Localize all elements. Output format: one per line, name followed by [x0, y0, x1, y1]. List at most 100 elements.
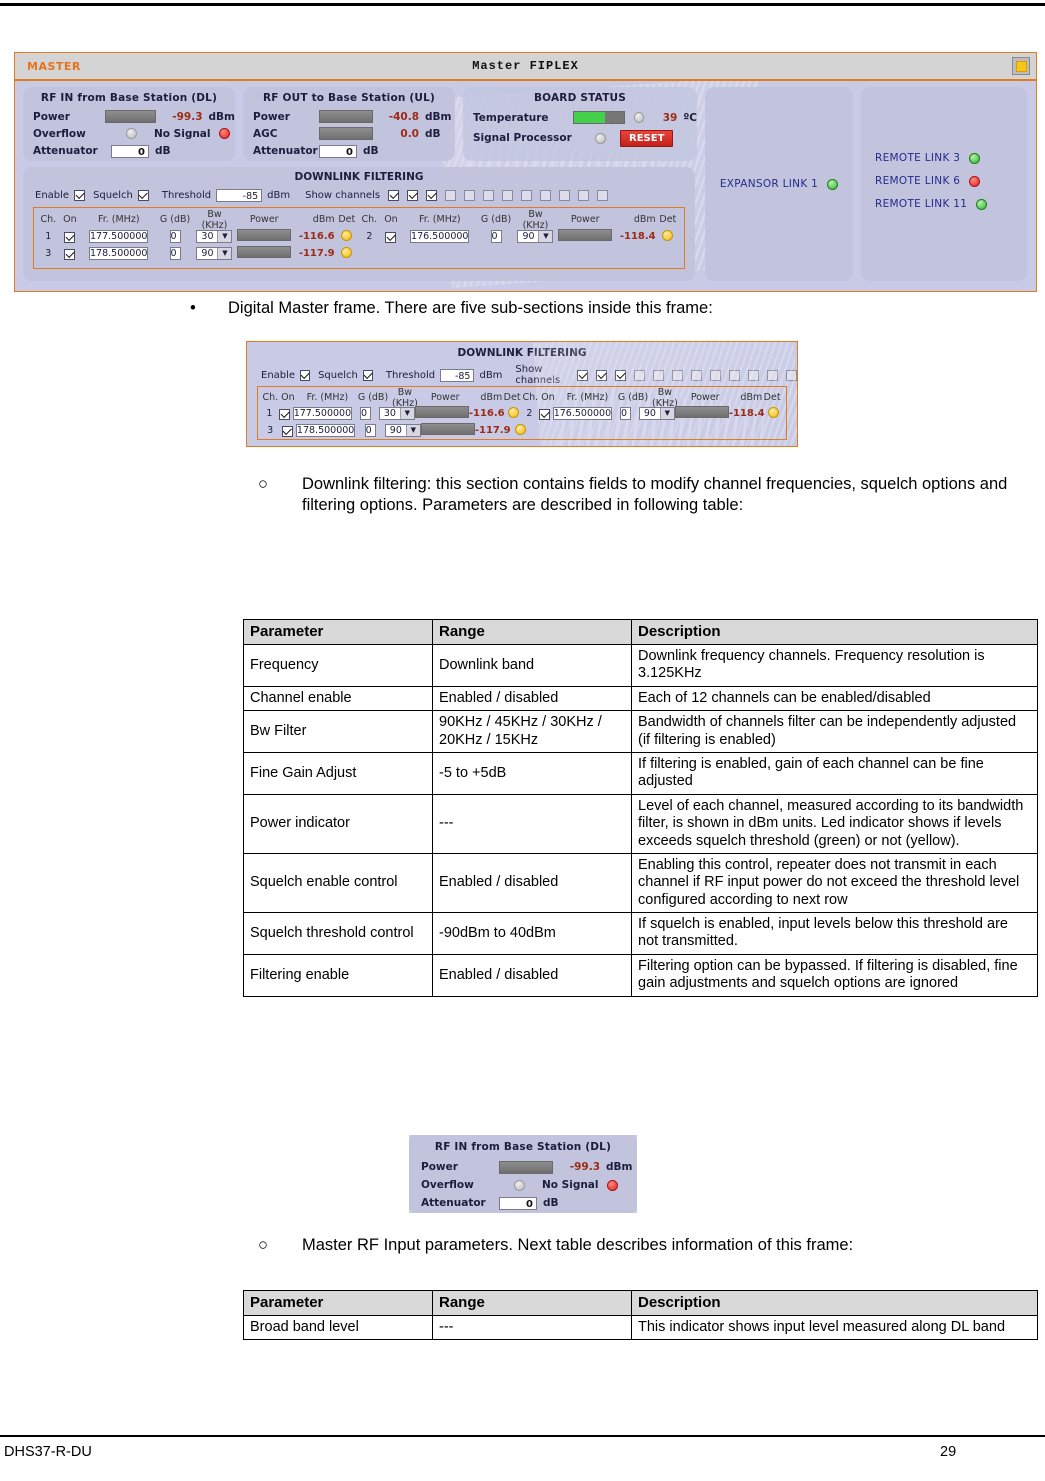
cell-parameter: Power indicator: [243, 793, 433, 854]
show-channel-4-checkbox[interactable]: [634, 369, 645, 381]
chevron-down-icon[interactable]: ▼: [217, 231, 232, 242]
dl2-squelch-checkbox[interactable]: [362, 369, 373, 381]
remote-link-2-row[interactable]: REMOTE LINK 6: [875, 175, 1027, 187]
show-channel-9-checkbox[interactable]: [540, 190, 552, 201]
rf-in-attenuator-input[interactable]: 0: [111, 144, 149, 158]
show-channel-1-checkbox[interactable]: [388, 190, 400, 201]
remote-link-3-row[interactable]: REMOTE LINK 11: [875, 198, 1027, 210]
table-header-description: Description: [631, 1290, 1038, 1316]
rf-out-agc-value: 0.0: [400, 127, 419, 140]
channel-3-on-checkbox[interactable]: [64, 248, 76, 260]
show-channel-8-checkbox[interactable]: [710, 369, 721, 381]
dl2-threshold-input[interactable]: -85: [440, 368, 475, 382]
channel-2-det-cell: [765, 406, 782, 421]
channel-2-bw-select[interactable]: 90 ▼: [517, 230, 554, 243]
channel-2-gain-input[interactable]: 0: [490, 230, 502, 243]
channel-3-bw-select[interactable]: 90 ▼: [384, 424, 421, 437]
show-channel-5-checkbox[interactable]: [653, 369, 664, 381]
show-channel-9-checkbox[interactable]: [729, 369, 740, 381]
expansor-link-1-row[interactable]: EXPANSOR LINK 1: [720, 178, 839, 190]
show-channel-6-checkbox[interactable]: [672, 369, 683, 381]
expansor-link-1-led-icon: [827, 178, 839, 190]
channel-3-on-checkbox[interactable]: [281, 425, 293, 437]
enable-checkbox[interactable]: [74, 190, 86, 201]
rf-in2-attenuator-input[interactable]: 0: [499, 1196, 537, 1210]
minimize-icon[interactable]: [1012, 57, 1030, 75]
table-header-range: Range: [432, 1290, 632, 1316]
channel-2-on-checkbox[interactable]: [385, 231, 397, 243]
show-channel-5-checkbox[interactable]: [464, 190, 476, 201]
show-channel-10-checkbox[interactable]: [559, 190, 571, 201]
channel-2-freq-input[interactable]: 176.500000: [552, 407, 613, 420]
show-channel-1-checkbox[interactable]: [577, 369, 588, 381]
chevron-down-icon[interactable]: ▼: [405, 425, 420, 436]
show-channel-4-checkbox[interactable]: [445, 190, 457, 201]
channel-2-power-cell: [674, 406, 729, 421]
show-channel-11-checkbox[interactable]: [767, 369, 778, 381]
reset-button[interactable]: RESET: [620, 129, 674, 147]
channel-1-gain-input[interactable]: 0: [169, 230, 181, 243]
show-channels-checkbox-group: [388, 190, 609, 201]
temperature-value: 39: [662, 111, 678, 124]
channel-1-bw-select[interactable]: 30 ▼: [378, 407, 415, 420]
channel-2-det-led-icon: [767, 406, 779, 418]
show-channel-2-checkbox[interactable]: [407, 190, 419, 201]
master-fiplex-screenshot: MASTER Master FIPLEX RF IN from Base Sta…: [14, 52, 1037, 292]
table-row: Filtering enable Enabled / disabled Filter…: [243, 953, 1038, 997]
remote-link-1-row[interactable]: REMOTE LINK 3: [875, 152, 1027, 164]
channel-3-gain-input[interactable]: 0: [169, 247, 181, 260]
channel-3-power-cell: [235, 246, 293, 261]
rf-in-power-bar: [105, 110, 156, 123]
channel-1-freq-input[interactable]: 177.500000: [292, 407, 353, 420]
show-channel-11-checkbox[interactable]: [578, 190, 590, 201]
show-channel-3-checkbox[interactable]: [615, 369, 626, 381]
dl2-enable-checkbox[interactable]: [300, 369, 311, 381]
col-det-left: Det: [338, 214, 356, 225]
col-det-right: Det: [659, 214, 677, 225]
show-channel-8-checkbox[interactable]: [521, 190, 533, 201]
channel-1-gain-input[interactable]: 0: [359, 407, 372, 420]
show-channel-7-checkbox[interactable]: [691, 369, 702, 381]
channel-2-freq-input[interactable]: 176.500000: [410, 230, 470, 243]
dl2-col-det-left: Det: [503, 392, 521, 403]
chevron-down-icon[interactable]: ▼: [217, 248, 232, 259]
channel-2-bw-select[interactable]: 90 ▼: [638, 407, 675, 420]
channel-3-number: 3: [267, 425, 274, 436]
channel-3-bw-select[interactable]: 90 ▼: [196, 247, 233, 260]
show-channel-6-checkbox[interactable]: [483, 190, 495, 201]
rf-in-overflow-label: Overflow: [33, 127, 86, 140]
table-header-row: Parameter Range Description: [243, 1290, 1038, 1316]
channel-3-freq-input[interactable]: 178.500000: [295, 424, 356, 437]
show-channel-2-checkbox[interactable]: [596, 369, 607, 381]
downlink-controls-row: Enable Squelch Threshold -85 dBm Show ch…: [23, 183, 695, 202]
show-channel-12-checkbox[interactable]: [597, 190, 609, 201]
threshold-input[interactable]: -85: [216, 189, 263, 202]
channel-1-number: 1: [266, 408, 273, 419]
channel-1-dbm-value: -116.6: [298, 231, 335, 242]
dl2-col-ch-right: Ch.: [522, 392, 539, 403]
channel-rows: 1 177.500000 0 30 ▼ -116.6 2 176.500000 0 90 ▼ -118…: [38, 228, 680, 262]
channel-1-on-checkbox[interactable]: [64, 231, 76, 243]
show-channel-12-checkbox[interactable]: [786, 369, 797, 381]
rf-out-attenuator-input[interactable]: 0: [319, 144, 357, 158]
temperature-unit: ºC: [683, 111, 697, 124]
chevron-down-icon[interactable]: ▼: [659, 408, 674, 419]
bullet-master-rf-input: ○ Master RF Input parameters. Next table…: [258, 1235, 1028, 1256]
chevron-down-icon[interactable]: ▼: [538, 231, 553, 242]
show-channel-10-checkbox[interactable]: [748, 369, 759, 381]
channel-3-freq-input[interactable]: 178.500000: [89, 247, 149, 260]
channel-2-on-checkbox[interactable]: [539, 408, 551, 420]
table-row: Bw Filter 90KHz / 45KHz / 30KHz / 20KHz /…: [243, 710, 1038, 753]
channel-1-on-checkbox[interactable]: [279, 408, 291, 420]
channel-3-gain-input[interactable]: 0: [364, 424, 376, 437]
channel-1-bw-select[interactable]: 30 ▼: [196, 230, 233, 243]
show-channel-3-checkbox[interactable]: [426, 190, 438, 201]
chevron-down-icon[interactable]: ▼: [399, 408, 414, 419]
squelch-checkbox[interactable]: [137, 190, 149, 201]
channel-2-gain-input[interactable]: 0: [619, 407, 632, 420]
show-channel-7-checkbox[interactable]: [502, 190, 514, 201]
channel-1-freq-cell: 177.500000: [292, 407, 353, 420]
channel-1-freq-cell: 177.500000: [81, 230, 156, 243]
channel-1-freq-input[interactable]: 177.500000: [89, 230, 149, 243]
dl2-threshold-label: Threshold: [385, 369, 436, 381]
